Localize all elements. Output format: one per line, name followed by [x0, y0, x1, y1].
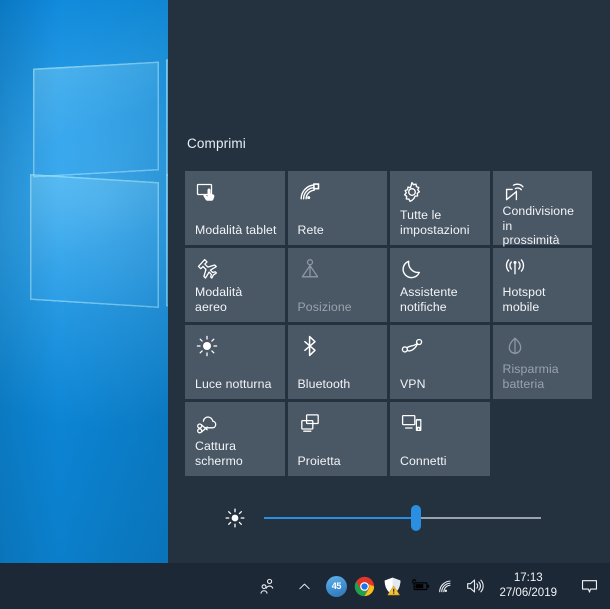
quick-action-tile-label: Rete [297, 222, 324, 237]
quick-action-tile-battery-saver[interactable]: Risparmia batteria [492, 325, 592, 399]
moon-focus-assist-icon [400, 257, 424, 281]
bluetooth-icon [298, 334, 322, 358]
quick-action-tile-label: Risparmia batteria [502, 362, 559, 391]
quick-action-tile-label: Proietta [297, 453, 341, 468]
quick-action-tile-all-settings[interactable]: Tutte le impostazioni [390, 171, 490, 245]
battery-saver-icon [503, 334, 527, 358]
tablet-mode-icon [195, 180, 219, 204]
people-icon[interactable] [250, 563, 284, 609]
quick-action-tile-label: Posizione [297, 299, 352, 314]
quick-action-tile-location[interactable]: Posizione [287, 248, 387, 322]
brightness-slider-fill [264, 517, 417, 519]
screen-snip-icon [195, 411, 219, 435]
action-center-panel: Comprimi Modalità tablet Rete Tutte le i… [168, 0, 610, 563]
quick-action-tile-bluetooth[interactable]: Bluetooth [287, 325, 387, 399]
airplane-mode-icon [195, 257, 219, 281]
action-center-icon[interactable] [568, 563, 610, 609]
location-icon [298, 257, 322, 281]
tray-app-icons: 45 [324, 574, 432, 598]
night-light-sun-icon [195, 334, 219, 358]
quick-action-tile-label: Assistente notifiche [400, 285, 458, 314]
quick-action-tile-connect[interactable]: Connetti [390, 402, 490, 476]
screen: Comprimi Modalità tablet Rete Tutte le i… [0, 0, 610, 609]
quick-action-tile-label: Bluetooth [297, 376, 351, 391]
clock-date: 27/06/2019 [499, 587, 557, 599]
speaker-volume-icon[interactable] [460, 576, 490, 596]
quick-action-tile-vpn[interactable]: VPN [390, 325, 490, 399]
quick-action-tile-label: Luce notturna [195, 376, 272, 391]
quick-action-tile-label: VPN [400, 376, 426, 391]
taskbar: 45 17:13 27/06/2019 [0, 563, 610, 609]
quick-action-tile-night-light[interactable]: Luce notturna [185, 325, 285, 399]
project-display-icon [298, 411, 322, 435]
quick-action-tile-label: Condivisione in prossimità [502, 204, 575, 247]
quick-action-tile-tablet-mode[interactable]: Modalità tablet [185, 171, 285, 245]
quick-action-tile-airplane-mode[interactable]: Modalità aereo [185, 248, 285, 322]
mobile-hotspot-icon [503, 257, 527, 281]
collapse-link[interactable]: Comprimi [187, 136, 246, 151]
quick-action-tile-screen-snip[interactable]: Cattura schermo [185, 402, 285, 476]
quick-action-tile-nearby-share[interactable]: Condivisione in prossimità [492, 171, 592, 247]
quick-action-tile-project[interactable]: Proietta [287, 402, 387, 476]
taskbar-clock[interactable]: 17:13 27/06/2019 [490, 563, 568, 609]
settings-gear-icon [400, 180, 424, 204]
quick-action-tile-mobile-hotspot[interactable]: Hotspot mobile [492, 248, 592, 322]
brightness-slider-thumb[interactable] [411, 505, 422, 531]
quick-action-tile-label: Modalità tablet [195, 222, 277, 237]
chevron-up-icon[interactable] [288, 563, 320, 609]
wallpaper-vignette [0, 0, 168, 563]
system-tray: 45 17:13 27/06/2019 [250, 563, 610, 609]
quick-action-tile-label: Cattura schermo [195, 439, 243, 468]
windows-defender-warning-icon[interactable] [380, 574, 404, 598]
wifi-icon[interactable] [432, 577, 460, 596]
quick-action-tile-focus-assist[interactable]: Assistente notifiche [390, 248, 490, 322]
quick-action-tile-label: Tutte le impostazioni [400, 208, 470, 237]
quick-action-tile-label: Modalità aereo [195, 285, 243, 314]
quick-action-tile-network[interactable]: Rete [287, 171, 387, 245]
quick-actions-grid: Modalità tablet Rete Tutte le impostazio… [185, 171, 593, 476]
update-count-badge: 45 [325, 575, 347, 597]
brightness-control-row [185, 495, 593, 541]
battery-charging-icon[interactable] [408, 574, 432, 598]
connect-device-icon [400, 411, 424, 435]
brightness-sun-icon [224, 507, 246, 529]
nearby-share-icon [503, 180, 527, 204]
grid-empty-cell [493, 402, 593, 476]
chrome-icon[interactable] [352, 574, 376, 598]
quick-action-tile-label: Hotspot mobile [502, 285, 546, 314]
desktop-wallpaper [0, 0, 168, 563]
vpn-icon [400, 334, 424, 358]
update-count-icon[interactable]: 45 [324, 574, 348, 598]
network-icon [298, 180, 322, 204]
brightness-slider[interactable] [264, 505, 541, 531]
quick-action-tile-label: Connetti [400, 453, 447, 468]
clock-time: 17:13 [513, 572, 543, 584]
